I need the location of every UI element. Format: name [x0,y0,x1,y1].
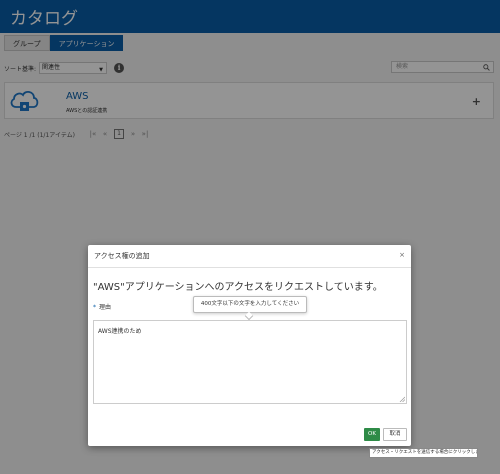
ok-button[interactable]: OK [364,428,380,441]
dialog-heading: "AWS"アプリケーションへのアクセスをリクエストしています。 [93,282,383,293]
reason-textarea[interactable]: AWS連携のため [93,320,407,404]
add-access-dialog: アクセス権の追加 × "AWS"アプリケーションへのアクセスをリクエストしていま… [88,245,411,446]
dialog-title: アクセス権の追加 [94,252,150,260]
close-icon[interactable]: × [399,251,405,259]
cancel-button[interactable]: 取消 [383,428,407,441]
reason-tooltip: 400文字以下の文字を入力してください [193,296,307,321]
reason-label-text: 理由 [99,304,112,311]
resize-handle-icon[interactable] [399,396,405,402]
reason-label: * 理由 [93,302,111,311]
reason-value: AWS連携のため [98,328,142,335]
reason-tooltip-text: 400文字以下の文字を入力してください [200,301,300,307]
required-mark: * [93,304,96,311]
ok-tooltip: アクセス・リクエストを送信する場合にクリックします。 [369,448,478,458]
dialog-divider [88,267,411,268]
